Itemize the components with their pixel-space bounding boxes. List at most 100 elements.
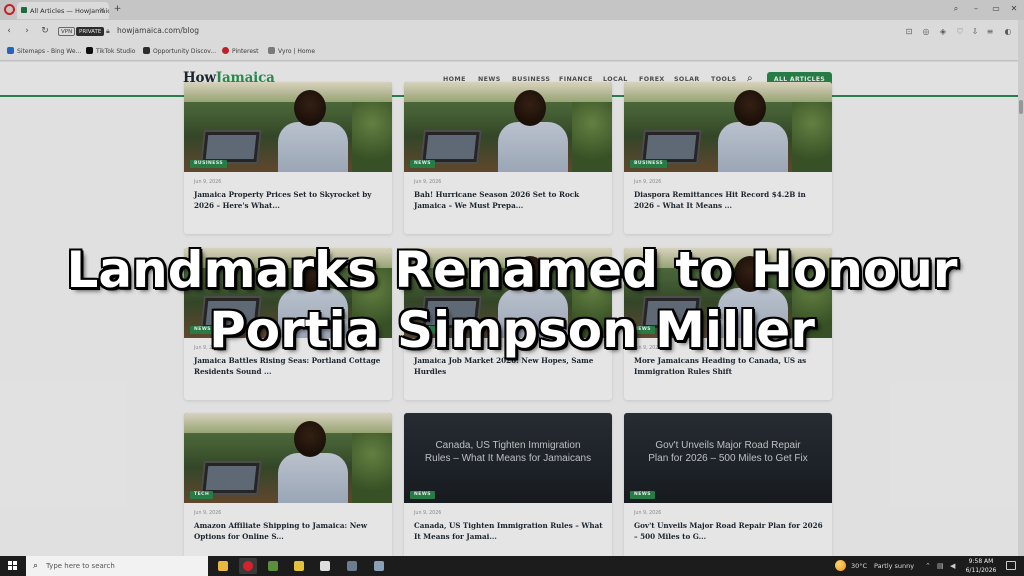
vpn-badge[interactable]: VPN — [58, 27, 76, 36]
close-window-icon[interactable]: ✕ — [1008, 4, 1020, 13]
download-icon[interactable]: ⇩ — [970, 27, 980, 36]
maximize-icon[interactable]: ▭ — [990, 4, 1002, 13]
folder-icon — [218, 561, 228, 571]
windows-taskbar: ⌕ Type here to search 30°C Partly sunny … — [0, 556, 1024, 576]
scrollbar[interactable] — [1019, 100, 1023, 114]
bookmark-vyro[interactable]: Vyro | Home — [268, 47, 315, 55]
photo-person-head — [514, 90, 546, 126]
new-tab-button[interactable]: + — [112, 4, 123, 15]
tab-all-articles[interactable]: All Articles — HowJamaica × — [17, 2, 109, 19]
caption-line-2: Portia Simpson Miller — [209, 301, 815, 359]
article-card[interactable]: BUSINESS Jun 9, 2026 Jamaica Property Pric… — [184, 82, 392, 234]
photo-person-body — [278, 122, 348, 172]
notifications-icon[interactable] — [1006, 561, 1016, 570]
menu-icon[interactable]: ≡ — [985, 27, 995, 36]
chevron-up-icon[interactable]: ⌃ — [925, 562, 931, 570]
start-button[interactable] — [0, 556, 26, 576]
category-badge[interactable]: NEWS — [410, 160, 436, 168]
bookmark-tiktok-studio[interactable]: TikTok Studio — [86, 47, 135, 55]
article-title[interactable]: Gov't Unveils Major Road Repair Plan for… — [634, 520, 826, 542]
lock-icon[interactable]: 🔒︎ — [106, 27, 110, 36]
sticky-notes-icon — [294, 561, 304, 571]
article-title[interactable]: Diaspora Remittances Hit Record $4.2B in… — [634, 189, 826, 211]
browser-tab-bar: All Articles — HowJamaica × + ⌕ – ▭ ✕ — [0, 0, 1024, 20]
article-card[interactable]: TECH Jun 9, 2026 Amazon Affiliate Shipping… — [184, 413, 392, 556]
article-date: Jun 9, 2026 — [634, 180, 662, 185]
windows-logo-icon-part — [13, 561, 17, 565]
taskbar-search-input[interactable]: ⌕ Type here to search — [26, 556, 208, 576]
video-caption: Landmarks Renamed to Honour Portia Simps… — [0, 240, 1024, 360]
article-thumbnail[interactable]: Gov't Unveils Major Road Repair Plan for… — [624, 413, 832, 503]
tab-title: All Articles — HowJamaica — [30, 7, 109, 15]
weather-temperature[interactable]: 30°C — [851, 562, 867, 570]
photo-laptop — [200, 130, 262, 164]
clock-date[interactable]: 6/11/2026 — [962, 567, 1000, 574]
article-card[interactable]: Gov't Unveils Major Road Repair Plan for… — [624, 413, 832, 556]
taskbar-app-3[interactable] — [264, 558, 282, 574]
bookmark-sitemaps[interactable]: Sitemaps - Bing We... — [7, 47, 81, 55]
url-field[interactable]: howjamaica.com/blog — [117, 26, 199, 35]
category-badge[interactable]: NEWS — [630, 491, 656, 499]
search-tabs-icon[interactable]: ⌕ — [950, 4, 962, 14]
site-favicon-icon — [21, 7, 27, 13]
category-badge[interactable]: TECH — [190, 491, 214, 499]
app-icon — [374, 561, 384, 571]
bookmark-pinterest[interactable]: Pinterest — [222, 47, 259, 55]
photo-sky — [184, 82, 392, 102]
taskbar-app-6[interactable] — [343, 558, 361, 574]
article-thumbnail[interactable]: NEWS — [404, 82, 612, 172]
article-thumbnail[interactable]: BUSINESS — [624, 82, 832, 172]
profile-icon[interactable]: ◐ — [1003, 27, 1013, 36]
reload-icon[interactable]: ↻ — [40, 26, 50, 36]
forward-icon[interactable]: › — [22, 26, 32, 36]
article-thumbnail[interactable]: BUSINESS — [184, 82, 392, 172]
shield-icon[interactable]: ◈ — [938, 27, 948, 36]
tiktok-icon — [86, 47, 93, 54]
network-icon[interactable]: ▤ — [937, 562, 944, 570]
article-title[interactable]: Bah! Hurricane Season 2026 Set to Rock J… — [414, 189, 606, 211]
photo-laptop — [420, 130, 482, 164]
tab-close-icon[interactable]: × — [99, 6, 105, 14]
taskbar-opera[interactable] — [239, 558, 257, 574]
opera-logo-icon[interactable] — [4, 4, 15, 15]
article-card[interactable]: NEWS Jun 9, 2026 Bah! Hurricane Season 202… — [404, 82, 612, 234]
category-badge[interactable]: BUSINESS — [630, 160, 668, 168]
article-title[interactable]: Amazon Affiliate Shipping to Jamaica: Ne… — [194, 520, 386, 542]
weather-partly-sunny-icon[interactable] — [835, 560, 846, 571]
back-icon[interactable]: ‹ — [4, 26, 14, 36]
taskbar-app-5[interactable] — [316, 558, 334, 574]
article-card[interactable]: BUSINESS Jun 9, 2026 Diaspora Remittances … — [624, 82, 832, 234]
bing-icon — [7, 47, 14, 54]
taskbar-app-4[interactable] — [290, 558, 308, 574]
weather-description[interactable]: Partly sunny — [874, 562, 914, 570]
heart-icon[interactable]: ♡ — [955, 27, 965, 36]
address-bar: ‹ › ↻ VPN PRIVATE 🔒︎ howjamaica.com/blog… — [0, 20, 1024, 43]
article-card[interactable]: Canada, US Tighten Immigration Rules – W… — [404, 413, 612, 556]
camera-icon[interactable]: ◎ — [921, 27, 931, 36]
photo-person-body — [498, 122, 568, 172]
article-title[interactable]: Canada, US Tighten Immigration Rules – W… — [414, 520, 606, 542]
windows-logo-icon — [8, 561, 12, 565]
photo-sky — [184, 413, 392, 433]
bookmark-opportunity[interactable]: Opportunity Discov... — [143, 47, 216, 55]
article-thumbnail[interactable]: TECH — [184, 413, 392, 503]
snapshot-icon[interactable]: ⊡ — [904, 27, 914, 36]
taskbar-app-7[interactable] — [370, 558, 388, 574]
article-thumbnail[interactable]: Canada, US Tighten Immigration Rules – W… — [404, 413, 612, 503]
article-title[interactable]: Jamaica Property Prices Set to Skyrocket… — [194, 189, 386, 211]
taskbar-file-explorer[interactable] — [214, 558, 232, 574]
category-badge[interactable]: NEWS — [410, 491, 436, 499]
photo-plant — [792, 102, 832, 172]
category-badge[interactable]: BUSINESS — [190, 160, 228, 168]
article-date: Jun 9, 2026 — [194, 180, 222, 185]
clock-time[interactable]: 9:58 AM — [966, 558, 996, 565]
volume-icon[interactable]: ◀ — [950, 562, 955, 570]
photo-person-head — [294, 421, 326, 457]
photo-person-head — [294, 90, 326, 126]
photo-plant — [572, 102, 612, 172]
pinterest-icon — [222, 47, 229, 54]
article-date: Jun 9, 2026 — [194, 511, 222, 516]
minimize-icon[interactable]: – — [970, 4, 982, 13]
thumbnail-headline: Canada, US Tighten Immigration Rules – W… — [424, 440, 592, 464]
thumbnail-headline: Gov't Unveils Major Road Repair Plan for… — [648, 440, 808, 464]
